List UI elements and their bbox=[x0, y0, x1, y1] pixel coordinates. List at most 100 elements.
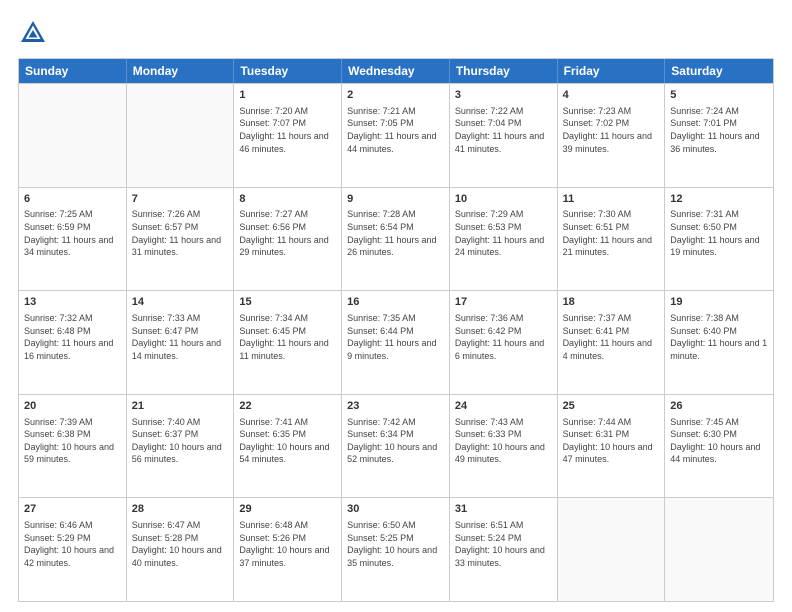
cell-info: Sunrise: 6:50 AM Sunset: 5:25 PM Dayligh… bbox=[347, 519, 444, 569]
cell-day-number: 2 bbox=[347, 88, 444, 103]
cell-info: Sunrise: 7:40 AM Sunset: 6:37 PM Dayligh… bbox=[132, 416, 229, 466]
cell-info: Sunrise: 7:32 AM Sunset: 6:48 PM Dayligh… bbox=[24, 312, 121, 362]
cell-info: Sunrise: 7:29 AM Sunset: 6:53 PM Dayligh… bbox=[455, 208, 552, 258]
calendar-cell: 23 Sunrise: 7:42 AM Sunset: 6:34 PM Dayli… bbox=[342, 395, 450, 498]
calendar-cell: 30 Sunrise: 6:50 AM Sunset: 5:25 PM Dayli… bbox=[342, 498, 450, 601]
logo-icon bbox=[18, 18, 48, 48]
cell-day-number: 25 bbox=[563, 399, 660, 414]
calendar-cell: 12Sunrise: 7:31 AM Sunset: 6:50 PM Dayli… bbox=[665, 188, 773, 291]
cell-day-number: 16 bbox=[347, 295, 444, 310]
calendar-cell: 29 Sunrise: 6:48 AM Sunset: 5:26 PM Dayli… bbox=[234, 498, 342, 601]
cell-info: Sunrise: 7:45 AM Sunset: 6:30 PM Dayligh… bbox=[670, 416, 768, 466]
cell-info: Sunrise: 7:31 AM Sunset: 6:50 PM Dayligh… bbox=[670, 208, 768, 258]
weekday-header: Saturday bbox=[665, 59, 773, 83]
cell-info: Sunrise: 7:25 AM Sunset: 6:59 PM Dayligh… bbox=[24, 208, 121, 258]
cell-info: Sunrise: 7:30 AM Sunset: 6:51 PM Dayligh… bbox=[563, 208, 660, 258]
cell-day-number: 19 bbox=[670, 295, 768, 310]
calendar-cell: 11Sunrise: 7:30 AM Sunset: 6:51 PM Dayli… bbox=[558, 188, 666, 291]
cell-day-number: 21 bbox=[132, 399, 229, 414]
calendar-cell bbox=[127, 84, 235, 187]
cell-info: Sunrise: 7:43 AM Sunset: 6:33 PM Dayligh… bbox=[455, 416, 552, 466]
calendar-cell: 9Sunrise: 7:28 AM Sunset: 6:54 PM Daylig… bbox=[342, 188, 450, 291]
weekday-header: Wednesday bbox=[342, 59, 450, 83]
cell-day-number: 27 bbox=[24, 502, 121, 517]
cell-day-number: 15 bbox=[239, 295, 336, 310]
cell-info: Sunrise: 6:48 AM Sunset: 5:26 PM Dayligh… bbox=[239, 519, 336, 569]
calendar-row: 1 Sunrise: 7:20 AM Sunset: 7:07 PM Daylig… bbox=[19, 83, 773, 187]
calendar-cell: 21 Sunrise: 7:40 AM Sunset: 6:37 PM Dayli… bbox=[127, 395, 235, 498]
cell-info: Sunrise: 7:20 AM Sunset: 7:07 PM Dayligh… bbox=[239, 105, 336, 155]
cell-day-number: 8 bbox=[239, 192, 336, 207]
cell-day-number: 22 bbox=[239, 399, 336, 414]
cell-day-number: 20 bbox=[24, 399, 121, 414]
calendar-cell: 25 Sunrise: 7:44 AM Sunset: 6:31 PM Dayli… bbox=[558, 395, 666, 498]
cell-info: Sunrise: 7:42 AM Sunset: 6:34 PM Dayligh… bbox=[347, 416, 444, 466]
cell-info: Sunrise: 7:22 AM Sunset: 7:04 PM Dayligh… bbox=[455, 105, 552, 155]
calendar-body: 1 Sunrise: 7:20 AM Sunset: 7:07 PM Daylig… bbox=[19, 83, 773, 601]
cell-day-number: 13 bbox=[24, 295, 121, 310]
cell-day-number: 4 bbox=[563, 88, 660, 103]
calendar-cell: 18Sunrise: 7:37 AM Sunset: 6:41 PM Dayli… bbox=[558, 291, 666, 394]
cell-day-number: 7 bbox=[132, 192, 229, 207]
weekday-header: Sunday bbox=[19, 59, 127, 83]
cell-info: Sunrise: 7:39 AM Sunset: 6:38 PM Dayligh… bbox=[24, 416, 121, 466]
calendar-cell: 6Sunrise: 7:25 AM Sunset: 6:59 PM Daylig… bbox=[19, 188, 127, 291]
calendar-cell: 24 Sunrise: 7:43 AM Sunset: 6:33 PM Dayli… bbox=[450, 395, 558, 498]
cell-day-number: 30 bbox=[347, 502, 444, 517]
cell-day-number: 12 bbox=[670, 192, 768, 207]
cell-day-number: 23 bbox=[347, 399, 444, 414]
calendar-cell: 16 Sunrise: 7:35 AM Sunset: 6:44 PM Dayli… bbox=[342, 291, 450, 394]
cell-info: Sunrise: 7:21 AM Sunset: 7:05 PM Dayligh… bbox=[347, 105, 444, 155]
cell-info: Sunrise: 7:41 AM Sunset: 6:35 PM Dayligh… bbox=[239, 416, 336, 466]
calendar-cell: 3 Sunrise: 7:22 AM Sunset: 7:04 PM Daylig… bbox=[450, 84, 558, 187]
calendar-row: 6Sunrise: 7:25 AM Sunset: 6:59 PM Daylig… bbox=[19, 187, 773, 291]
calendar-cell: 20 Sunrise: 7:39 AM Sunset: 6:38 PM Dayli… bbox=[19, 395, 127, 498]
calendar-row: 20 Sunrise: 7:39 AM Sunset: 6:38 PM Dayli… bbox=[19, 394, 773, 498]
cell-info: Sunrise: 7:27 AM Sunset: 6:56 PM Dayligh… bbox=[239, 208, 336, 258]
cell-day-number: 29 bbox=[239, 502, 336, 517]
calendar-cell: 10Sunrise: 7:29 AM Sunset: 6:53 PM Dayli… bbox=[450, 188, 558, 291]
cell-day-number: 17 bbox=[455, 295, 552, 310]
cell-day-number: 11 bbox=[563, 192, 660, 207]
calendar: SundayMondayTuesdayWednesdayThursdayFrid… bbox=[18, 58, 774, 602]
calendar-cell: 8Sunrise: 7:27 AM Sunset: 6:56 PM Daylig… bbox=[234, 188, 342, 291]
calendar-cell bbox=[558, 498, 666, 601]
cell-day-number: 24 bbox=[455, 399, 552, 414]
cell-info: Sunrise: 7:26 AM Sunset: 6:57 PM Dayligh… bbox=[132, 208, 229, 258]
cell-day-number: 10 bbox=[455, 192, 552, 207]
cell-info: Sunrise: 6:47 AM Sunset: 5:28 PM Dayligh… bbox=[132, 519, 229, 569]
cell-info: Sunrise: 7:37 AM Sunset: 6:41 PM Dayligh… bbox=[563, 312, 660, 362]
calendar-cell: 1 Sunrise: 7:20 AM Sunset: 7:07 PM Daylig… bbox=[234, 84, 342, 187]
cell-info: Sunrise: 7:24 AM Sunset: 7:01 PM Dayligh… bbox=[670, 105, 768, 155]
cell-day-number: 31 bbox=[455, 502, 552, 517]
calendar-row: 27 Sunrise: 6:46 AM Sunset: 5:29 PM Dayli… bbox=[19, 497, 773, 601]
calendar-cell: 31Sunrise: 6:51 AM Sunset: 5:24 PM Dayli… bbox=[450, 498, 558, 601]
calendar-cell: 17 Sunrise: 7:36 AM Sunset: 6:42 PM Dayli… bbox=[450, 291, 558, 394]
cell-info: Sunrise: 7:33 AM Sunset: 6:47 PM Dayligh… bbox=[132, 312, 229, 362]
cell-day-number: 5 bbox=[670, 88, 768, 103]
weekday-header: Tuesday bbox=[234, 59, 342, 83]
cell-info: Sunrise: 7:36 AM Sunset: 6:42 PM Dayligh… bbox=[455, 312, 552, 362]
calendar-cell: 7Sunrise: 7:26 AM Sunset: 6:57 PM Daylig… bbox=[127, 188, 235, 291]
cell-info: Sunrise: 7:34 AM Sunset: 6:45 PM Dayligh… bbox=[239, 312, 336, 362]
calendar-header: SundayMondayTuesdayWednesdayThursdayFrid… bbox=[19, 59, 773, 83]
logo bbox=[18, 18, 52, 48]
cell-day-number: 28 bbox=[132, 502, 229, 517]
cell-day-number: 9 bbox=[347, 192, 444, 207]
cell-info: Sunrise: 7:44 AM Sunset: 6:31 PM Dayligh… bbox=[563, 416, 660, 466]
cell-day-number: 14 bbox=[132, 295, 229, 310]
cell-info: Sunrise: 7:38 AM Sunset: 6:40 PM Dayligh… bbox=[670, 312, 768, 362]
calendar-cell: 5 Sunrise: 7:24 AM Sunset: 7:01 PM Daylig… bbox=[665, 84, 773, 187]
cell-info: Sunrise: 7:35 AM Sunset: 6:44 PM Dayligh… bbox=[347, 312, 444, 362]
header bbox=[18, 18, 774, 48]
calendar-cell bbox=[665, 498, 773, 601]
calendar-cell: 15 Sunrise: 7:34 AM Sunset: 6:45 PM Dayli… bbox=[234, 291, 342, 394]
calendar-cell bbox=[19, 84, 127, 187]
weekday-header: Friday bbox=[558, 59, 666, 83]
weekday-header: Thursday bbox=[450, 59, 558, 83]
calendar-cell: 22 Sunrise: 7:41 AM Sunset: 6:35 PM Dayli… bbox=[234, 395, 342, 498]
cell-info: Sunrise: 6:46 AM Sunset: 5:29 PM Dayligh… bbox=[24, 519, 121, 569]
cell-day-number: 3 bbox=[455, 88, 552, 103]
cell-day-number: 26 bbox=[670, 399, 768, 414]
cell-day-number: 1 bbox=[239, 88, 336, 103]
